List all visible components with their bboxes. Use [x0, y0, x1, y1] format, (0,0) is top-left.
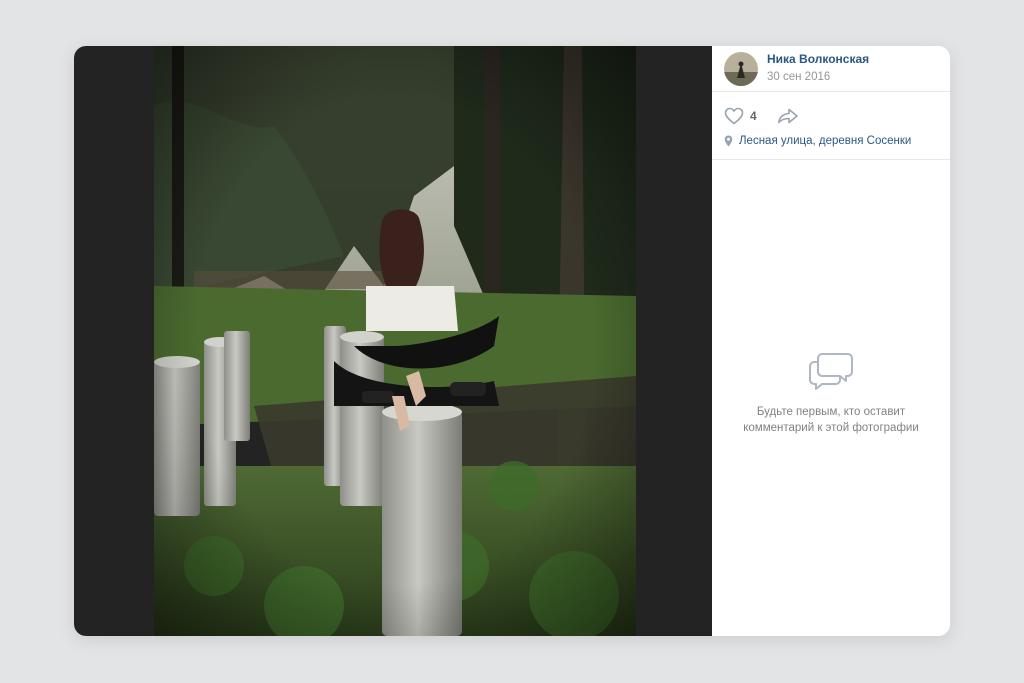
- comments-empty-line-2: комментарий к этой фотографии: [743, 422, 919, 434]
- post-meta: 4 Лесная улица, деревня Сосенки: [712, 92, 950, 160]
- share-arrow-icon: [777, 108, 798, 124]
- like-count: 4: [750, 109, 757, 123]
- author-header: Ника Волконская 30 сен 2016: [712, 46, 950, 92]
- share-button[interactable]: [777, 108, 799, 124]
- post-date: 30 сен 2016: [767, 71, 831, 83]
- author-name[interactable]: Ника Волконская: [767, 52, 869, 67]
- photo-area[interactable]: [74, 46, 712, 636]
- heart-outline-icon: [724, 107, 744, 125]
- location-text: Лесная улица, деревня Сосенки: [739, 135, 912, 147]
- speech-bubbles-icon: [809, 353, 853, 390]
- like-button[interactable]: 4: [724, 107, 757, 125]
- location-pin-icon: [724, 135, 733, 147]
- photo-viewer: Ника Волконская 30 сен 2016 4 Лесная ули…: [74, 46, 950, 636]
- avatar[interactable]: [724, 51, 758, 86]
- comments-empty-text: Будьте первым, кто оставит комментарий к…: [736, 404, 926, 436]
- photo[interactable]: [154, 46, 636, 636]
- comments-empty-line-1: Будьте первым, кто оставит: [756, 406, 906, 418]
- comments-empty-state: Будьте первым, кто оставит комментарий к…: [712, 160, 950, 636]
- post-actions: 4: [724, 106, 938, 126]
- location-link[interactable]: Лесная улица, деревня Сосенки: [724, 135, 938, 147]
- photo-sidebar: Ника Волконская 30 сен 2016 4 Лесная ули…: [712, 46, 950, 636]
